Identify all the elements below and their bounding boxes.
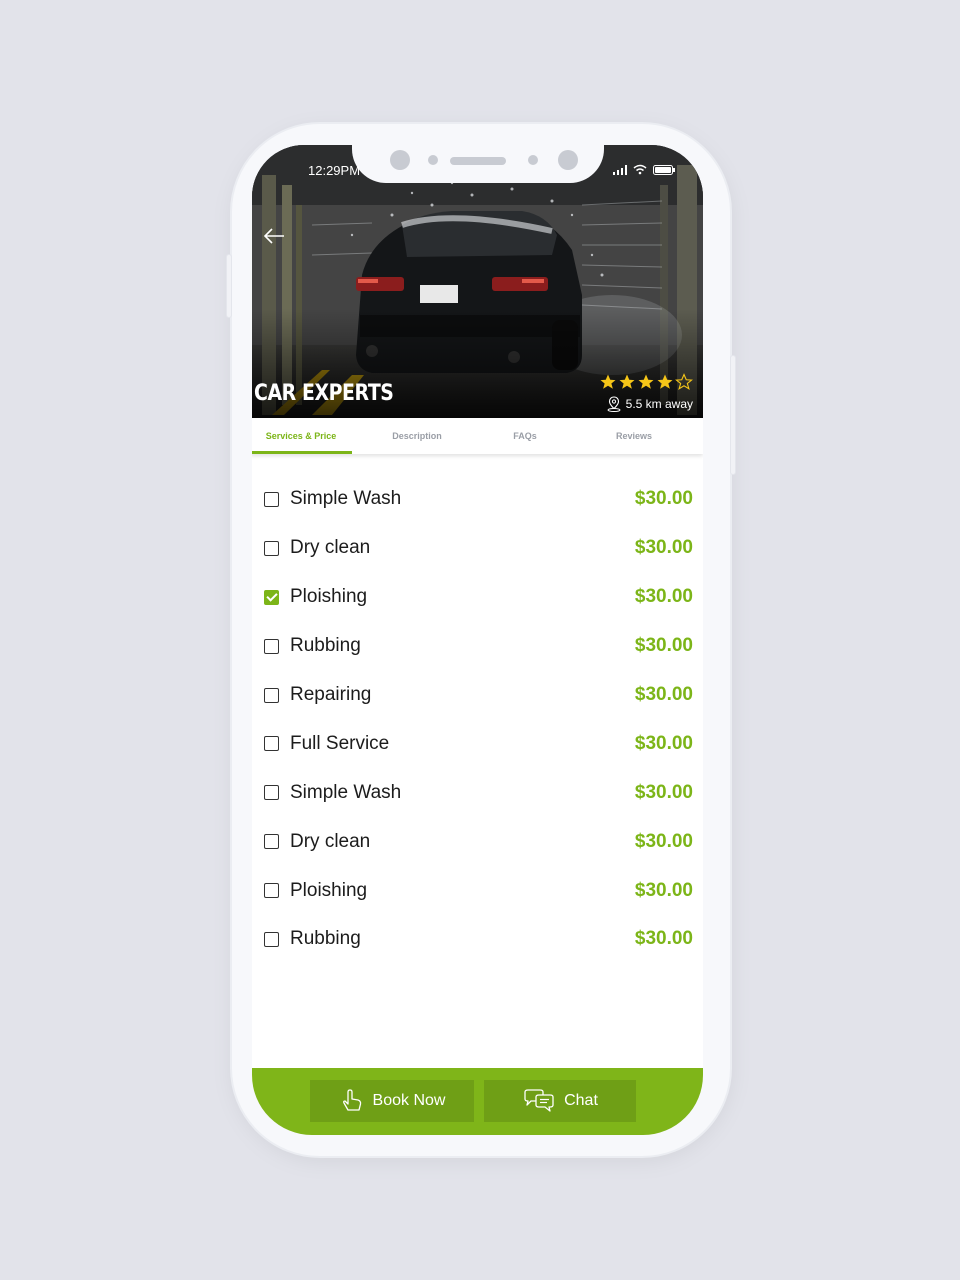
service-name: Rubbing [290, 635, 361, 657]
phone-notch [352, 145, 604, 183]
service-price: $30.00 [634, 928, 693, 950]
tab-services-price[interactable]: Services & Price [252, 418, 352, 454]
service-row[interactable]: Simple Wash $30.00 [252, 475, 703, 524]
service-row[interactable]: Rubbing $30.00 [252, 915, 703, 964]
service-price: $30.00 [634, 586, 693, 608]
service-name: Rubbing [290, 928, 361, 950]
service-name: Simple Wash [290, 781, 402, 803]
service-name: Repairing [290, 684, 372, 705]
service-price: $30.00 [634, 879, 693, 901]
services-list: Simple Wash $30.00 Dry clean $30.00 Ploi… [252, 475, 703, 964]
rating-stars [599, 373, 693, 391]
action-bar: Book Now Chat [252, 1068, 703, 1135]
service-checkbox[interactable] [264, 687, 279, 703]
service-checkbox[interactable] [264, 736, 279, 752]
service-row[interactable]: Ploishing $30.00 [252, 866, 703, 915]
location-pin-icon [607, 396, 621, 412]
service-checkbox[interactable] [264, 785, 279, 801]
front-camera [390, 150, 410, 170]
signal-icon [613, 164, 627, 175]
service-price: $30.00 [634, 830, 693, 852]
speaker-grille [450, 157, 506, 165]
star-filled-icon [619, 374, 635, 389]
tab-bar: Services & Price Description FAQs Review… [252, 418, 703, 454]
wifi-icon [633, 164, 647, 175]
star-filled-icon [638, 374, 654, 389]
battery-icon [653, 164, 675, 175]
service-row[interactable]: Rubbing $30.00 [252, 622, 703, 671]
hand-tap-icon [342, 1089, 361, 1111]
back-arrow-icon[interactable] [262, 223, 288, 249]
book-now-label: Book Now [372, 1092, 446, 1109]
service-row[interactable]: Repairing $30.00 [252, 671, 703, 720]
distance-info: 5.5 km away [606, 396, 693, 412]
service-row[interactable]: Ploishing $30.00 [252, 573, 703, 622]
book-now-button[interactable]: Book Now [310, 1080, 474, 1122]
tab-faqs[interactable]: FAQs [482, 418, 568, 454]
service-checkbox[interactable] [264, 883, 279, 899]
service-checkbox[interactable] [264, 589, 279, 605]
hero-image: 12:29PM CAR EXPERTS 5.5 km away [252, 145, 703, 418]
star-filled-icon [657, 374, 673, 389]
service-price: $30.00 [634, 781, 693, 803]
service-row[interactable]: Simple Wash $30.00 [252, 768, 703, 817]
service-name: Ploishing [290, 586, 368, 608]
service-checkbox[interactable] [264, 931, 279, 947]
service-checkbox[interactable] [264, 540, 279, 556]
service-checkbox[interactable] [264, 491, 279, 507]
service-price: $30.00 [634, 537, 693, 559]
tab-description[interactable]: Description [352, 418, 482, 454]
distance-text: 5.5 km away [625, 397, 693, 411]
service-row[interactable]: Full Service $30.00 [252, 719, 703, 768]
service-name: Ploishing [290, 879, 368, 901]
chat-button[interactable]: Chat [484, 1080, 636, 1122]
service-name: Dry clean [290, 537, 371, 559]
service-price: $30.00 [634, 635, 693, 657]
status-icons [613, 164, 675, 175]
service-row[interactable]: Dry clean $30.00 [252, 524, 703, 573]
chat-bubbles-icon [524, 1089, 554, 1112]
phone-side-button-left [226, 254, 232, 318]
service-name: Simple Wash [290, 488, 402, 510]
service-row[interactable]: Dry clean $30.00 [252, 817, 703, 866]
tab-reviews[interactable]: Reviews [568, 418, 700, 454]
service-name: Dry clean [290, 830, 371, 852]
star-empty-icon [675, 373, 693, 390]
service-checkbox[interactable] [264, 834, 279, 850]
sensor-dot [428, 155, 438, 165]
service-checkbox[interactable] [264, 638, 279, 654]
service-name: Full Service [290, 732, 390, 754]
sensor-dot [528, 155, 538, 165]
service-price: $30.00 [634, 488, 693, 510]
service-price: $30.00 [634, 732, 693, 754]
shop-name: CAR EXPERTS [254, 381, 394, 406]
phone-side-button-right [730, 355, 736, 475]
front-camera [558, 150, 578, 170]
service-price: $30.00 [634, 684, 693, 705]
star-filled-icon [600, 374, 616, 389]
app-screen: 12:29PM CAR EXPERTS 5.5 km away Services… [252, 145, 703, 1135]
status-time: 12:29PM [308, 163, 361, 178]
chat-label: Chat [564, 1092, 598, 1109]
